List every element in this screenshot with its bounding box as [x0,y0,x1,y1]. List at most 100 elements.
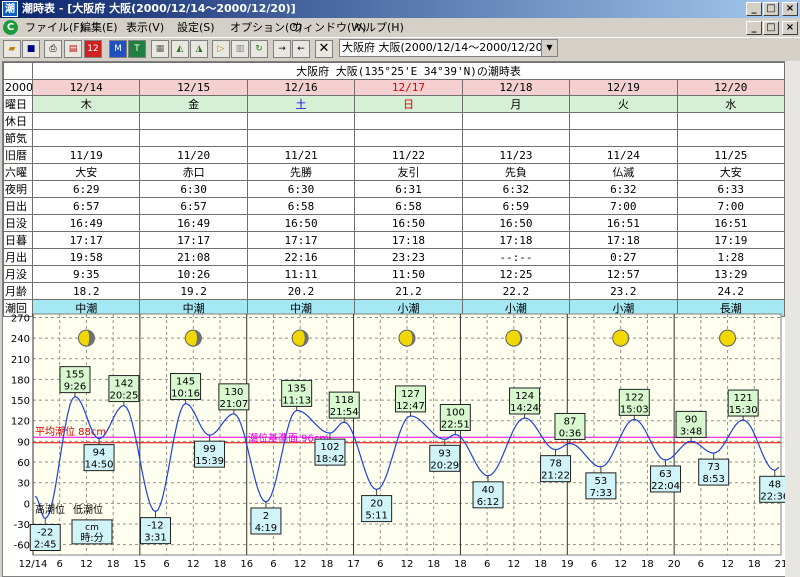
old-calendar-cell: 11/25 [676,146,785,164]
weekday-row: 曜日木金土日月火水 [3,95,785,113]
date-cell: 12/17 [354,79,463,96]
old-calendar-cell: 11/24 [569,146,678,164]
legend-time-format: 時:分 [80,532,103,544]
vertical-scrollbar[interactable] [785,61,800,577]
app-icon[interactable]: 潮 [2,1,18,17]
calendar-icon[interactable]: ▤ [64,40,82,58]
x-tick-label: 12 [187,559,200,570]
legend-low: 低潮位 [73,503,103,516]
high-tide-label: 12712:47 [394,385,426,416]
moon-phase-icon [291,329,309,347]
y-tick-label: 0 [24,499,30,510]
tide-value: 73 [707,462,720,473]
chevron-down-icon[interactable]: ▼ [541,40,557,56]
tide-time: 4:19 [255,523,277,534]
menu-view[interactable]: 表示(V) [126,18,164,37]
save-icon[interactable]: ■ [22,40,40,58]
rokuyo-cell: 仏滅 [569,163,678,181]
moon-age-cell: 19.2 [139,282,248,300]
x-tick-label: 6 [377,559,383,570]
tide-time: 7:33 [590,488,612,499]
high-tide-label: 870:36 [554,412,586,444]
child-restore-button[interactable]: □ [763,21,779,35]
moon-disc [719,329,737,347]
tide-time: 15:03 [620,404,649,415]
y-tick-label: 90 [17,437,30,448]
dawn-cell: 6:32 [461,180,571,198]
grid-icon[interactable]: ▦ [151,40,169,58]
chart-icon[interactable]: ◭ [171,40,189,58]
close-x-icon[interactable]: ✕ [315,40,333,58]
weekday-cell: 土 [246,95,356,113]
rokuyo-label: 六曜 [3,163,33,181]
dusk-cell: 17:17 [139,231,248,249]
export-icon[interactable]: ▷ [212,40,230,58]
tide-time: 20:25 [109,391,138,402]
menu-settings[interactable]: 設定(S) [177,18,215,37]
open-icon[interactable]: ▰ [3,40,21,58]
print-icon[interactable]: ⎙ [44,40,62,58]
x-tick-label: 18 [320,559,333,570]
tide-time: 12:47 [396,401,425,412]
prev-arrow-icon[interactable]: ← [292,40,310,58]
moon-age-cell: 22.2 [461,282,571,300]
moonset-cell: 9:35 [31,265,141,283]
tide-time: 22:51 [441,420,470,431]
dusk-cell: 17:18 [354,231,463,249]
y-tick-label: 30 [17,479,30,490]
moonrise-cell: 23:23 [354,248,463,266]
high-tide-label: 14220:25 [108,375,140,406]
moon-phase-icon [612,329,630,347]
tide-value: 90 [685,414,698,425]
title-bar: 潮 潮時表 - [大阪府 大阪(2000/12/14～2000/12/20)] … [0,0,800,18]
y-tick-label: 180 [11,375,30,386]
tide-value: 122 [625,392,644,403]
rokuyo-cell: 赤口 [139,163,248,181]
legend-high: 高潮位 [35,503,65,516]
disabled-icon[interactable]: ▥ [231,40,249,58]
moon-phase-icon [184,329,202,347]
holiday-label: 休日 [3,112,33,130]
tide-value: 121 [734,393,753,404]
dusk-label: 日暮 [3,231,33,249]
window-title: 潮時表 - [大阪府 大阪(2000/12/14～2000/12/20)] [22,2,296,15]
child-close-button[interactable]: × [782,21,798,35]
menu-file[interactable]: ファイル(F) [25,18,84,37]
maximize-button[interactable]: □ [763,2,779,16]
x-tick-label: 18 [454,559,467,570]
menu-edit[interactable]: 編集(E) [80,18,118,37]
tide-time: 6:12 [477,497,499,508]
refresh-icon[interactable]: ↻ [250,40,268,58]
x-tick-label: 6 [484,559,490,570]
next-arrow-icon[interactable]: → [273,40,291,58]
sunrise-cell: 6:58 [354,197,463,215]
tide-chart: 2702402101801501209060300-30-6012/14 6 12 1… [11,313,785,570]
document-icon[interactable]: C [3,20,18,35]
t-icon[interactable]: T [128,40,146,58]
old-calendar-row: 旧暦 11/19 11/20 11/21 11/22 11/23 11/24 11/25 [3,146,785,164]
sunset-cell: 16:49 [139,214,248,232]
high-tide-label: 903:48 [675,410,707,442]
minimize-button[interactable]: _ [746,2,762,16]
holiday-cell [246,112,356,130]
sekki-cell [31,129,141,147]
high-tide-label: 12115:30 [727,389,759,421]
x-start-label: 12/14 [19,559,48,570]
tide-time: 14:50 [85,460,114,471]
location-combo[interactable]: 大阪府 大阪(2000/12/14～2000/12/20) ▼ [339,39,558,57]
dawn-cell: 6:29 [31,180,141,198]
sunset-cell: 16:50 [461,214,571,232]
tide-time: 21:22 [541,471,570,482]
tide-value: -12 [147,521,163,532]
m-icon[interactable]: M [109,40,127,58]
chart2-icon[interactable]: ◮ [190,40,208,58]
twelve-icon[interactable]: 12 [84,40,102,58]
tide-value: 102 [320,442,339,453]
menu-help[interactable]: ヘルプ(H) [354,18,404,37]
close-button[interactable]: × [782,2,798,16]
sunset-cell: 16:51 [676,214,785,232]
tide-time: 22:36 [760,491,785,502]
tide-time: 2:45 [34,540,56,551]
child-minimize-button[interactable]: _ [746,21,762,35]
old-calendar-cell: 11/19 [31,146,141,164]
